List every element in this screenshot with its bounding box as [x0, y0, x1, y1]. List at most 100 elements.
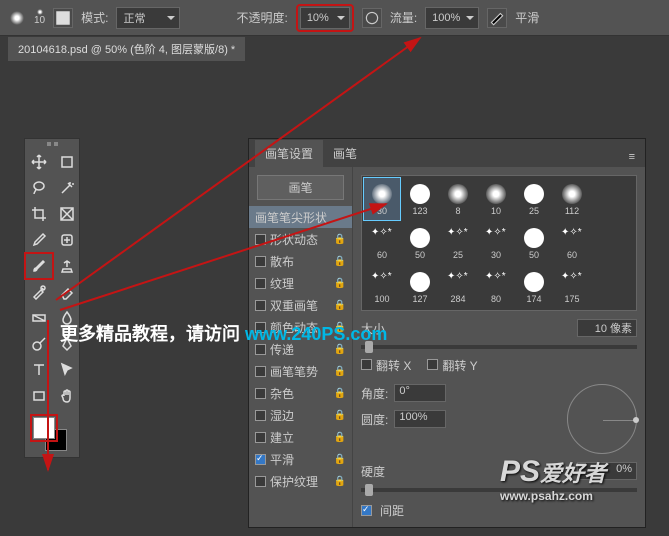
lock-icon: 🔒: [334, 476, 346, 487]
magic-wand-tool[interactable]: [53, 175, 81, 201]
eraser-tool[interactable]: [53, 279, 81, 305]
brush-tip[interactable]: 95: [478, 310, 514, 311]
brush-tip[interactable]: 100: [364, 266, 400, 308]
healing-brush-tool[interactable]: [53, 227, 81, 253]
opt-wet-edges[interactable]: 湿边🔒: [249, 404, 352, 426]
airbrush-icon[interactable]: [487, 8, 507, 28]
flip-y-checkbox[interactable]: 翻转 Y: [427, 357, 477, 374]
brush-size-display[interactable]: 10: [34, 9, 45, 26]
brush-tip[interactable]: 50: [402, 310, 438, 311]
blend-mode-select[interactable]: 正常: [116, 7, 180, 29]
tab-brush-settings[interactable]: 画笔设置: [255, 140, 323, 167]
lock-icon: 🔒: [334, 454, 346, 465]
brush-tip[interactable]: 306: [364, 310, 400, 311]
tools-panel: [24, 138, 80, 458]
mode-label: 模式:: [81, 9, 108, 26]
lock-icon: 🔒: [334, 432, 346, 443]
opt-shape-dynamics[interactable]: 形状动态🔒: [249, 228, 352, 250]
angle-label: 角度:: [361, 385, 388, 402]
brush-tip[interactable]: 50: [516, 222, 552, 264]
brushes-button[interactable]: 画笔: [257, 175, 344, 200]
frame-tool[interactable]: [53, 201, 81, 227]
brush-options-list: 画笔 画笔笔尖形状 形状动态🔒 散布🔒 纹理🔒 双重画笔🔒 颜色动态🔒 传递🔒 …: [249, 167, 353, 527]
brush-tip[interactable]: 50: [402, 222, 438, 264]
eyedropper-tool[interactable]: [25, 227, 53, 253]
panel-tabs: 画笔设置 画笔 ≡: [249, 139, 645, 167]
brush-preset-picker-icon[interactable]: [53, 8, 73, 28]
brush-tip[interactable]: 25: [440, 222, 476, 264]
rectangle-tool[interactable]: [25, 383, 53, 409]
opt-protect-texture[interactable]: 保护纹理🔒: [249, 470, 352, 492]
opt-noise[interactable]: 杂色🔒: [249, 382, 352, 404]
panel-menu-icon[interactable]: ≡: [625, 147, 639, 167]
watermark-text: 更多精品教程，请访问 www.240PS.com: [60, 320, 387, 346]
brush-tip[interactable]: 60: [554, 222, 590, 264]
pressure-opacity-icon[interactable]: [362, 8, 382, 28]
gradient-tool[interactable]: [25, 305, 53, 331]
brush-tip[interactable]: 174: [516, 310, 552, 311]
lock-icon: 🔒: [334, 278, 346, 289]
brush-tip[interactable]: 120: [554, 310, 590, 311]
brush-tip[interactable]: 80: [478, 266, 514, 308]
opacity-highlight: 10%: [296, 4, 354, 32]
opt-smoothing[interactable]: 平滑🔒: [249, 448, 352, 470]
brush-tip[interactable]: 175: [554, 266, 590, 308]
lock-icon: 🔒: [334, 256, 346, 267]
roundness-input[interactable]: 100%: [394, 410, 446, 428]
brush-tip[interactable]: 284: [440, 266, 476, 308]
brush-tool[interactable]: [25, 253, 53, 279]
spacing-label: 间距: [380, 502, 404, 519]
opt-texture[interactable]: 纹理🔒: [249, 272, 352, 294]
panel-grip-icon[interactable]: [25, 139, 79, 149]
flip-x-checkbox[interactable]: 翻转 X: [361, 357, 411, 374]
opt-tip-shape[interactable]: 画笔笔尖形状: [249, 206, 352, 228]
brush-tip[interactable]: 123: [402, 178, 438, 220]
lasso-tool[interactable]: [25, 175, 53, 201]
angle-dial[interactable]: [567, 384, 637, 454]
brush-tip[interactable]: 10: [478, 178, 514, 220]
watermark-logo: PS爱好者 www.psahz.com: [500, 455, 606, 503]
brush-tip[interactable]: 60: [364, 222, 400, 264]
lock-icon: 🔒: [334, 300, 346, 311]
roundness-label: 圆度:: [361, 411, 388, 428]
angle-input[interactable]: 0°: [394, 384, 446, 402]
history-brush-tool[interactable]: [25, 279, 53, 305]
brush-tip[interactable]: 112: [554, 178, 590, 220]
type-tool[interactable]: [25, 357, 53, 383]
brush-tips-grid: 3012381025112605025305060100127284801741…: [361, 175, 637, 311]
crop-tool[interactable]: [25, 201, 53, 227]
move-tool[interactable]: [25, 149, 53, 175]
brush-tip[interactable]: 8: [440, 178, 476, 220]
opt-dual-brush[interactable]: 双重画笔🔒: [249, 294, 352, 316]
brush-tip[interactable]: 174: [516, 266, 552, 308]
spacing-checkbox[interactable]: [361, 505, 372, 516]
opt-brush-pose[interactable]: 画笔笔势🔒: [249, 360, 352, 382]
lock-icon: 🔒: [334, 388, 346, 399]
opacity-select[interactable]: 10%: [300, 7, 350, 29]
color-swatches: [25, 415, 79, 457]
brush-tip[interactable]: 45: [440, 310, 476, 311]
flow-label: 流量:: [390, 9, 417, 26]
size-input[interactable]: 10 像素: [577, 319, 637, 337]
foreground-color[interactable]: [33, 417, 55, 439]
artboard-tool[interactable]: [53, 149, 81, 175]
lock-icon: 🔒: [334, 410, 346, 421]
hardness-label: 硬度: [361, 463, 385, 480]
dodge-tool[interactable]: [25, 331, 53, 357]
clone-stamp-tool[interactable]: [53, 253, 81, 279]
lock-icon: 🔒: [334, 234, 346, 245]
path-select-tool[interactable]: [53, 357, 81, 383]
brush-tip[interactable]: 25: [516, 178, 552, 220]
flow-select[interactable]: 100%: [425, 7, 479, 29]
brush-tip[interactable]: 30: [364, 178, 400, 220]
document-tab[interactable]: 20104618.psd @ 50% (色阶 4, 图层蒙版/8) *: [8, 37, 245, 61]
brush-tip[interactable]: 127: [402, 266, 438, 308]
size-slider[interactable]: [361, 345, 637, 349]
opt-buildup[interactable]: 建立🔒: [249, 426, 352, 448]
options-bar: 10 模式: 正常 不透明度: 10% 流量: 100% 平滑: [0, 0, 669, 36]
opt-scattering[interactable]: 散布🔒: [249, 250, 352, 272]
tab-brushes[interactable]: 画笔: [323, 140, 367, 167]
brush-tool-icon: [8, 9, 26, 27]
brush-tip[interactable]: 30: [478, 222, 514, 264]
hand-tool[interactable]: [53, 383, 81, 409]
